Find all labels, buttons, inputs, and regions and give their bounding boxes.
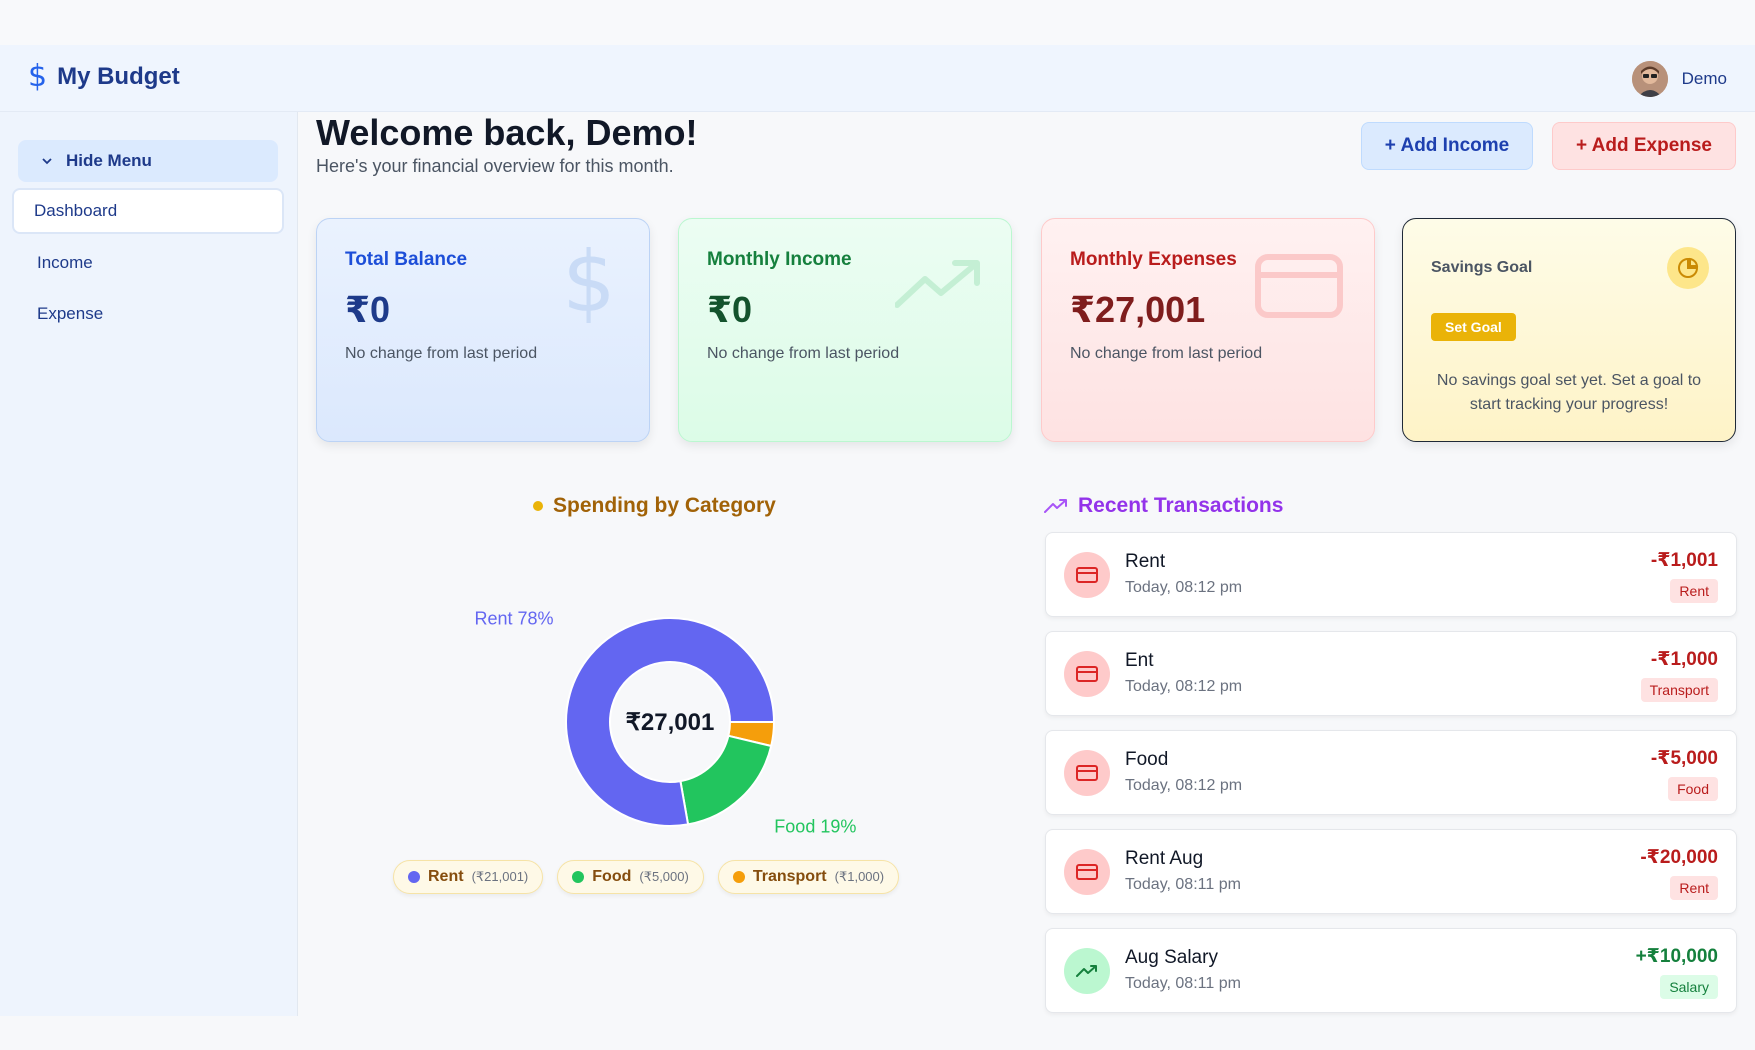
transaction-time: Today, 08:12 pm <box>1125 777 1243 794</box>
main-content: Welcome back, Demo! Here's your financia… <box>298 112 1755 1050</box>
transaction-row[interactable]: Rent Today, 08:12 pm -₹1,001 Rent <box>1045 532 1737 617</box>
legend-amount: (₹21,001) <box>471 869 529 884</box>
monthly-expenses-card: Monthly Expenses ₹27,001 No change from … <box>1041 218 1375 442</box>
transaction-time: Today, 08:11 pm <box>1125 876 1241 893</box>
spending-section-title: Spending by Category <box>533 494 776 518</box>
savings-goal-card: Savings Goal Set Goal No savings goal se… <box>1402 218 1736 442</box>
transaction-amount: -₹1,000 <box>1650 649 1718 670</box>
transaction-tag: Rent <box>1670 876 1718 900</box>
credit-card-icon <box>1064 552 1110 598</box>
goal-empty-text: No savings goal set yet. Set a goal to s… <box>1436 372 1702 413</box>
legend-item-rent[interactable]: Rent (₹21,001) <box>393 860 544 894</box>
recent-title: Recent Transactions <box>1078 494 1284 517</box>
transaction-tag: Salary <box>1660 975 1718 999</box>
svg-text:$: $ <box>562 245 615 325</box>
transaction-name: Aug Salary <box>1125 947 1218 968</box>
transaction-row[interactable]: Ent Today, 08:12 pm -₹1,000 Transport <box>1045 631 1737 716</box>
add-expense-button[interactable]: + Add Expense <box>1552 122 1736 170</box>
card-note: No change from last period <box>345 345 538 362</box>
monthly-income-card: Monthly Income ₹0 No change from last pe… <box>678 218 1012 442</box>
transaction-tag: Rent <box>1670 579 1718 603</box>
slice-label-food: Food 19% <box>774 817 856 837</box>
spending-title: Spending by Category <box>553 494 776 517</box>
transaction-amount: -₹1,001 <box>1650 550 1718 571</box>
sidebar-item-dashboard[interactable]: Dashboard <box>12 188 284 234</box>
transaction-name: Food <box>1125 749 1169 770</box>
hide-menu-button[interactable]: Hide Menu <box>18 140 278 182</box>
avatar[interactable] <box>1631 61 1668 97</box>
credit-card-icon <box>1064 750 1110 796</box>
add-income-button[interactable]: + Add Income <box>1361 122 1533 170</box>
sidebar-item-expense[interactable]: Expense <box>12 291 284 337</box>
recent-section-title: Recent Transactions <box>1044 494 1283 518</box>
transaction-amount: +₹10,000 <box>1635 946 1718 967</box>
transaction-name: Rent <box>1125 551 1166 572</box>
legend-dot <box>572 871 585 883</box>
transactions-list: Rent Today, 08:12 pm -₹1,001 Rent Ent To… <box>1045 532 1737 1027</box>
dollar-logo-icon: $ <box>28 59 48 94</box>
user-menu[interactable]: Demo <box>1631 61 1727 97</box>
card-note: No change from last period <box>1070 345 1263 362</box>
sidebar: Hide Menu Dashboard Income Expense <box>0 112 298 1016</box>
dollar-icon: $ <box>562 245 615 325</box>
legend-name: Transport <box>752 868 827 885</box>
top-navbar: $ My Budget Demo <box>0 45 1755 112</box>
brand[interactable]: $ My Budget <box>28 62 180 92</box>
card-note: No change from last period <box>707 345 900 362</box>
trending-up-icon <box>1044 499 1067 513</box>
total-balance-card: $ Total Balance ₹0 No change from last p… <box>316 218 650 442</box>
chevron-down-icon <box>42 158 52 165</box>
trending-up-icon <box>895 260 980 308</box>
card-title: Savings Goal <box>1431 259 1533 276</box>
transaction-time: Today, 08:12 pm <box>1125 678 1243 695</box>
legend-amount: (₹5,000) <box>639 869 689 884</box>
transaction-amount: -₹5,000 <box>1650 748 1718 769</box>
legend-item-food[interactable]: Food (₹5,000) <box>557 860 704 894</box>
transaction-row[interactable]: Food Today, 08:12 pm -₹5,000 Food <box>1045 730 1737 815</box>
chart-legend: Rent (₹21,001) Food (₹5,000) Transport (… <box>393 860 900 894</box>
transaction-amount: -₹20,000 <box>1640 847 1718 868</box>
sidebar-item-income[interactable]: Income <box>12 240 284 286</box>
slice-food[interactable] <box>679 734 773 826</box>
page-title: Welcome back, Demo! <box>316 112 698 153</box>
legend-name: Rent <box>428 868 464 885</box>
app-title: My Budget <box>57 63 180 90</box>
donut-center-total: ₹27,001 <box>626 709 715 736</box>
legend-dot <box>408 871 420 883</box>
legend-name: Food <box>592 868 632 885</box>
set-goal-button[interactable]: Set Goal <box>1431 313 1516 341</box>
dot-icon <box>533 501 543 511</box>
transaction-time: Today, 08:12 pm <box>1125 579 1243 596</box>
username: Demo <box>1681 69 1727 88</box>
transaction-tag: Transport <box>1640 678 1718 702</box>
legend-dot <box>732 871 745 883</box>
slice-label-rent: Rent 78% <box>474 608 553 628</box>
transaction-tag: Food <box>1668 777 1718 801</box>
credit-card-icon <box>1255 254 1343 318</box>
top-spacer <box>0 0 1755 45</box>
hide-menu-label: Hide Menu <box>66 151 152 170</box>
trending-up-icon <box>1064 948 1110 994</box>
credit-card-icon <box>1064 651 1110 697</box>
pie-chart-icon <box>1667 247 1709 289</box>
transaction-time: Today, 08:11 pm <box>1125 975 1241 992</box>
credit-card-icon <box>1064 849 1110 895</box>
transaction-name: Ent <box>1125 650 1154 671</box>
transaction-row[interactable]: Aug Salary Today, 08:11 pm +₹10,000 Sala… <box>1045 928 1737 1013</box>
page-subtitle: Here's your financial overview for this … <box>316 156 674 176</box>
transaction-row[interactable]: Rent Aug Today, 08:11 pm -₹20,000 Rent <box>1045 829 1737 914</box>
legend-item-transport[interactable]: Transport (₹1,000) <box>717 860 900 894</box>
transaction-name: Rent Aug <box>1125 848 1204 869</box>
legend-amount: (₹1,000) <box>834 869 885 884</box>
spending-donut-chart: ₹27,001 Rent 78% Food 19% <box>474 608 856 837</box>
